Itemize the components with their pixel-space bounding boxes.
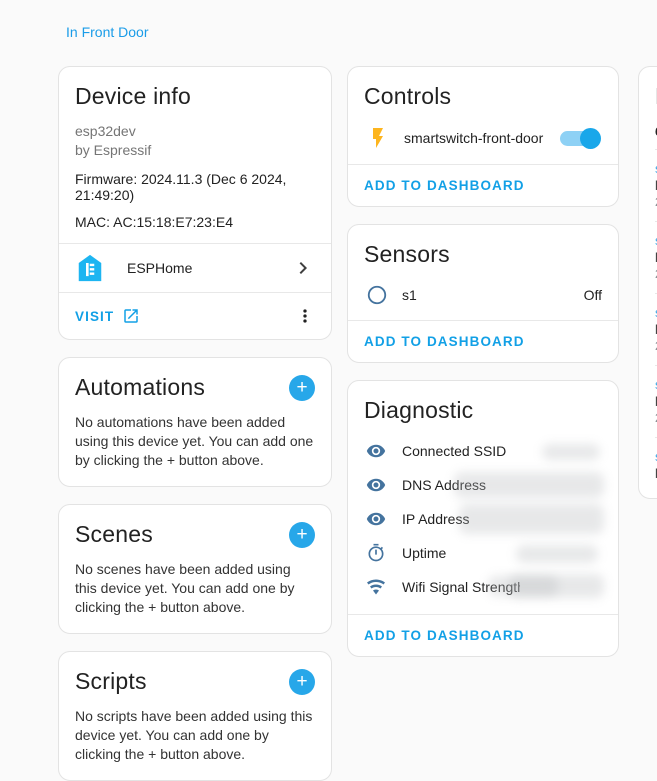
scripts-card: Scripts + No scripts have been added usi…: [58, 651, 332, 781]
device-manufacturer: by Espressif: [75, 142, 152, 158]
device-model: esp32dev: [75, 123, 136, 139]
scenes-title: Scenes: [75, 521, 153, 547]
controls-title: Controls: [364, 83, 452, 109]
visit-label: VISIT: [75, 308, 115, 324]
sensors-title: Sensors: [364, 241, 450, 267]
device-mac: MAC: AC:15:18:E7:23:E4: [75, 214, 233, 230]
esphome-logo-icon: [75, 253, 105, 283]
device-firmware: Firmware: 2024.11.3 (Dec 6 2024, 21:49:2…: [75, 171, 287, 203]
scenes-empty-text: No scenes have been added using this dev…: [75, 561, 295, 615]
add-to-dashboard-button-sensors[interactable]: ADD TO DASHBOARD: [364, 334, 525, 349]
entity-name: smartswitch-front-door: [404, 130, 544, 146]
add-to-dashboard-button-controls[interactable]: ADD TO DASHBOARD: [364, 178, 525, 193]
device-info-card: Device info esp32dev by Espressif Firmwa…: [58, 66, 332, 340]
breadcrumb-area-link[interactable]: In Front Door: [66, 24, 148, 40]
automations-title: Automations: [75, 374, 206, 400]
circle-outline-icon: [366, 284, 388, 306]
scripts-title: Scripts: [75, 668, 147, 694]
diagnostic-row-dns-address[interactable]: DNS Address: [348, 468, 618, 502]
diagnostic-label: Uptime: [402, 545, 447, 561]
diagnostic-row-wifi-signal[interactable]: Wifi Signal Strength: [348, 570, 618, 604]
diagnostic-label: Connected SSID: [402, 443, 507, 459]
column-right: L 6 sm by 21: sm by 21: sm by 21: sm: [638, 66, 657, 499]
sensor-state: Off: [583, 287, 602, 303]
sensor-name: s1: [402, 287, 417, 303]
diagnostic-row-ip-address[interactable]: IP Address: [348, 502, 618, 536]
add-script-button[interactable]: +: [289, 668, 315, 695]
kebab-menu-icon[interactable]: [295, 306, 315, 326]
diagnostic-title: Diagnostic: [364, 397, 474, 423]
integration-name: ESPHome: [127, 260, 193, 276]
chevron-right-icon: [291, 256, 315, 280]
diagnostic-row-uptime[interactable]: Uptime: [348, 536, 618, 570]
visit-button[interactable]: VISIT: [75, 307, 140, 325]
sensors-card: Sensors s1 Off ADD TO DASHBOARD: [347, 224, 619, 363]
open-in-new-icon: [122, 307, 140, 325]
redacted-value: [509, 574, 604, 598]
add-to-dashboard-button-diagnostic[interactable]: ADD TO DASHBOARD: [364, 628, 525, 643]
add-automation-button[interactable]: +: [289, 374, 315, 401]
redacted-value: [454, 472, 604, 498]
integration-row-esphome[interactable]: ESPHome: [59, 244, 331, 292]
eye-icon: [366, 509, 386, 529]
device-info-title: Device info: [75, 83, 191, 109]
scripts-empty-text: No scripts have been added using this de…: [75, 708, 313, 762]
scenes-card: Scenes + No scenes have been added using…: [58, 504, 332, 634]
cards-layout: Device info esp32dev by Espressif Firmwa…: [58, 66, 657, 781]
entity-toggle[interactable]: [560, 127, 601, 149]
wifi-icon: [366, 577, 386, 597]
redacted-value: [516, 545, 598, 563]
automations-card: Automations + No automations have been a…: [58, 357, 332, 487]
logbook-card: L 6 sm by 21: sm by 21: sm by 21: sm: [638, 66, 657, 499]
add-scene-button[interactable]: +: [289, 521, 315, 548]
eye-icon: [366, 441, 386, 461]
column-left: Device info esp32dev by Espressif Firmwa…: [58, 66, 332, 781]
eye-icon: [366, 475, 386, 495]
timer-icon: [366, 543, 386, 563]
automations-empty-text: No automations have been added using thi…: [75, 414, 314, 468]
redacted-value: [459, 504, 604, 534]
diagnostic-row-connected-ssid[interactable]: Connected SSID: [348, 434, 618, 468]
column-middle: Controls smartswitch-front-door ADD TO D…: [347, 66, 619, 657]
flash-icon: [366, 126, 390, 150]
diagnostic-card: Diagnostic Connected SSID DNS Address IP…: [347, 380, 619, 657]
sensor-row-s1[interactable]: s1 Off: [348, 270, 618, 320]
controls-card: Controls smartswitch-front-door ADD TO D…: [347, 66, 619, 207]
redacted-value: [542, 444, 600, 460]
entity-row-smartswitch[interactable]: smartswitch-front-door: [348, 112, 618, 164]
